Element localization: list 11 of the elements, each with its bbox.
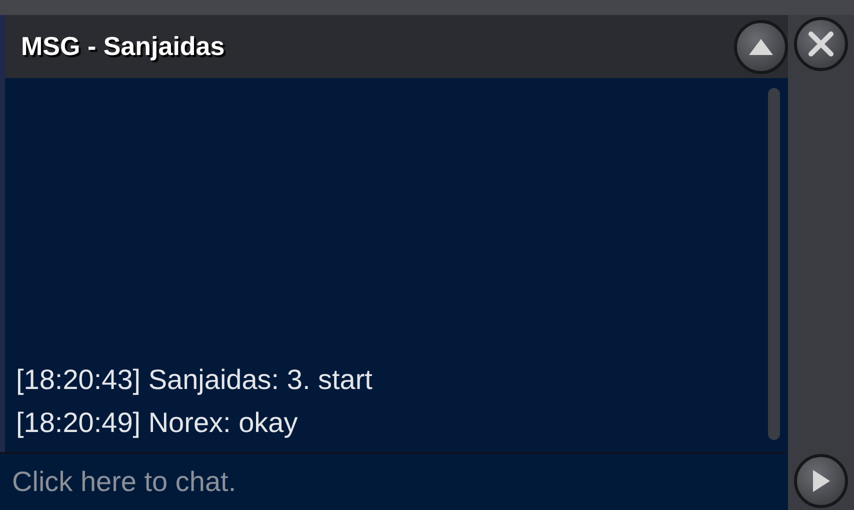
chat-input-field[interactable]: Click here to chat. — [0, 452, 788, 510]
chat-message: [18:20:43] Sanjaidas: 3. start — [16, 363, 374, 397]
send-button[interactable] — [794, 454, 848, 508]
window-title: MSG - Sanjaidas — [21, 30, 225, 63]
collapse-button[interactable] — [734, 20, 788, 74]
play-arrow-icon — [811, 469, 831, 493]
close-button[interactable] — [794, 17, 848, 71]
up-arrow-icon — [748, 36, 774, 56]
chat-message: [18:20:49] Norex: okay — [16, 406, 299, 440]
close-icon — [808, 31, 834, 57]
scrollbar[interactable] — [768, 88, 780, 440]
